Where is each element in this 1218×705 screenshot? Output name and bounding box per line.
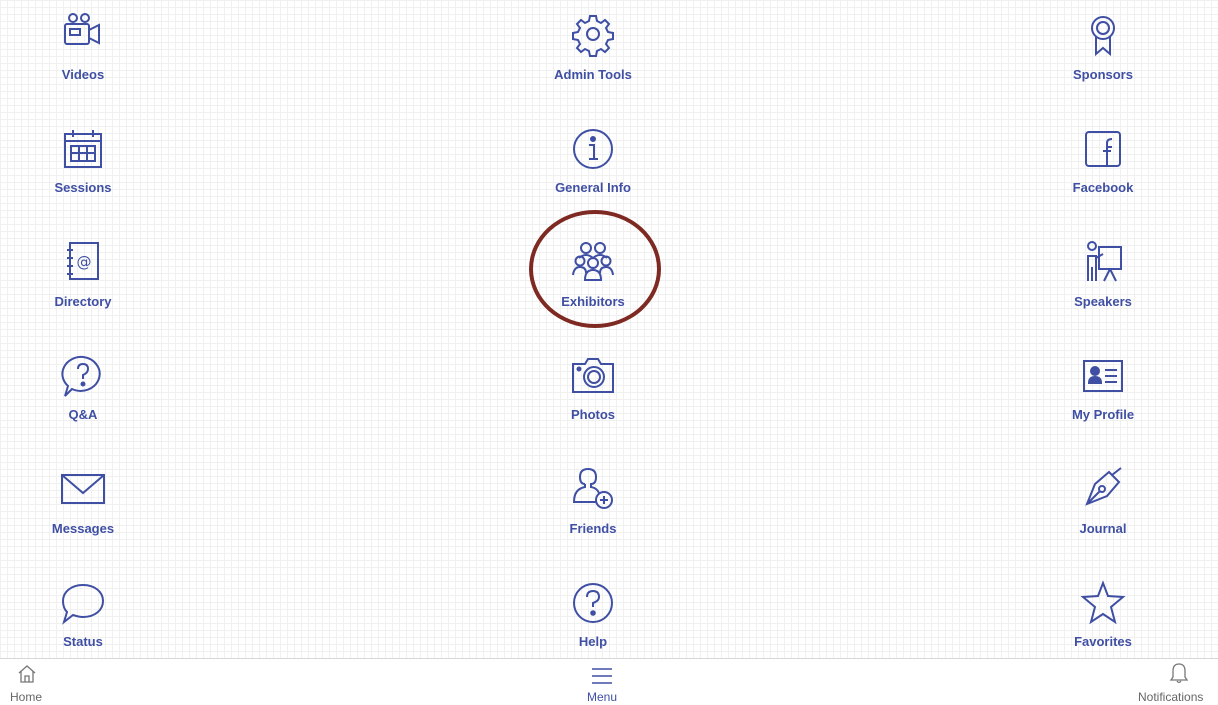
tile-label: Friends	[569, 521, 617, 536]
tile-label: Exhibitors	[561, 294, 625, 309]
nav-notifications-label: Notifications	[1138, 690, 1204, 704]
award-ribbon-icon	[1079, 10, 1127, 58]
info-icon	[569, 125, 617, 173]
tile-label: Sessions	[54, 180, 112, 195]
nav-notifications[interactable]: Notifications	[1130, 659, 1218, 705]
presenter-icon	[1079, 237, 1127, 285]
id-card-icon	[1079, 352, 1127, 400]
tile-label: Help	[578, 634, 608, 649]
tile-label: Facebook	[1072, 180, 1134, 195]
tile-general-info[interactable]: General Info	[493, 113, 693, 213]
home-icon	[16, 663, 38, 690]
tile-label: Photos	[570, 407, 616, 422]
tile-help[interactable]: Help	[493, 567, 693, 667]
gear-icon	[569, 10, 617, 58]
tile-label: My Profile	[1071, 407, 1135, 422]
tile-friends[interactable]: Friends	[493, 454, 693, 554]
camera-icon	[569, 352, 617, 400]
hamburger-menu-icon	[590, 667, 614, 690]
tile-exhibitors[interactable]: Exhibitors	[493, 227, 693, 327]
tile-sessions[interactable]: Sessions	[0, 113, 183, 213]
tile-label: Q&A	[68, 407, 98, 422]
bell-icon	[1168, 661, 1190, 690]
tile-facebook[interactable]: Facebook	[1003, 113, 1203, 213]
tile-label: Sponsors	[1073, 67, 1133, 82]
envelope-icon	[59, 464, 107, 512]
calendar-icon	[59, 125, 107, 173]
nav-home-label: Home	[10, 690, 43, 704]
video-camera-icon	[59, 10, 107, 58]
nav-menu[interactable]: Menu	[570, 659, 634, 705]
address-book-icon: @	[59, 237, 107, 285]
tile-speakers[interactable]: Speakers	[1003, 227, 1203, 327]
tile-journal[interactable]: Journal	[1003, 454, 1203, 554]
group-icon	[569, 237, 617, 285]
tile-label: Speakers	[1074, 294, 1132, 309]
tile-sponsors[interactable]: Sponsors	[1003, 0, 1203, 100]
tile-label: Favorites	[1074, 634, 1132, 649]
menu-grid: Videos Admin Tools Sponsors Sessions Gen…	[0, 0, 1218, 658]
tile-photos[interactable]: Photos	[493, 340, 693, 440]
tile-label: Journal	[1079, 521, 1127, 536]
tile-label: Videos	[61, 67, 105, 82]
nav-home[interactable]: Home	[0, 659, 60, 705]
tile-directory[interactable]: @ Directory	[0, 227, 183, 327]
tile-label: Admin Tools	[554, 67, 632, 82]
help-icon	[569, 579, 617, 627]
tile-messages[interactable]: Messages	[0, 454, 183, 554]
tile-videos[interactable]: Videos	[0, 0, 183, 100]
tile-label: Directory	[54, 294, 112, 309]
facebook-icon	[1079, 125, 1127, 173]
speech-bubble-icon	[59, 579, 107, 627]
svg-text:@: @	[77, 253, 92, 271]
tile-status[interactable]: Status	[0, 567, 183, 667]
nav-menu-label: Menu	[586, 690, 618, 704]
tile-label: General Info	[555, 180, 631, 195]
add-friend-icon	[569, 464, 617, 512]
tile-my-profile[interactable]: My Profile	[1003, 340, 1203, 440]
tile-label: Status	[63, 634, 103, 649]
tile-label: Messages	[51, 521, 115, 536]
question-bubble-icon	[59, 352, 107, 400]
bottom-nav-bar: Home Menu Notifications	[0, 658, 1218, 705]
tile-favorites[interactable]: Favorites	[1003, 567, 1203, 667]
star-icon	[1079, 579, 1127, 627]
pen-nib-icon	[1079, 464, 1127, 512]
tile-qa[interactable]: Q&A	[0, 340, 183, 440]
tile-admin-tools[interactable]: Admin Tools	[493, 0, 693, 100]
